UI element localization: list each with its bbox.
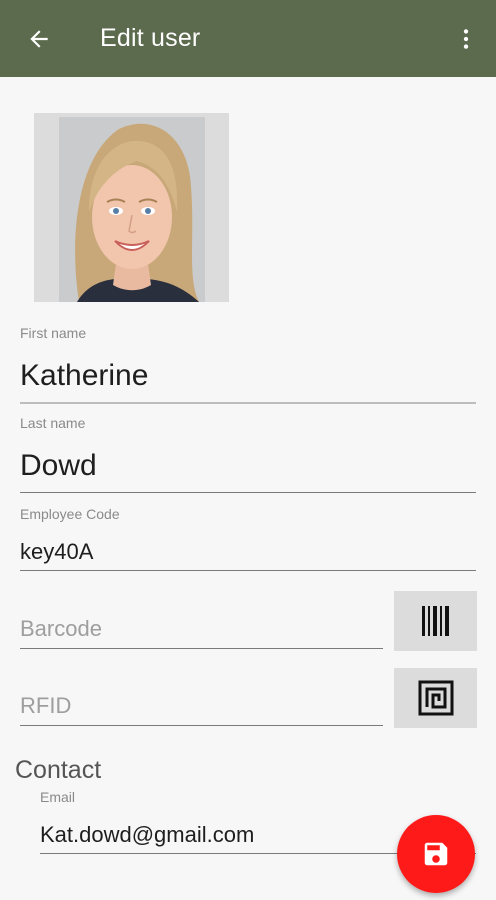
scan-barcode-button[interactable]: [394, 591, 477, 651]
contact-section-title: Contact: [15, 756, 102, 784]
rfid-input[interactable]: RFID: [20, 693, 71, 719]
barcode-icon: [421, 606, 449, 636]
last-name-field[interactable]: Last name Dowd: [20, 415, 476, 495]
rfid-underline: [20, 725, 383, 726]
barcode-underline: [20, 648, 383, 649]
last-name-underline: [20, 492, 476, 493]
first-name-field[interactable]: First name Katherine: [20, 325, 476, 405]
employee-code-label: Employee Code: [20, 506, 120, 522]
first-name-label: First name: [20, 325, 87, 341]
scan-rfid-button[interactable]: [394, 668, 477, 728]
employee-code-input[interactable]: key40A: [20, 539, 93, 565]
first-name-input[interactable]: Katherine: [20, 359, 148, 393]
profile-photo[interactable]: [34, 113, 229, 302]
overflow-menu-button[interactable]: [446, 18, 486, 60]
employee-code-underline: [20, 570, 476, 571]
email-input[interactable]: Kat.dowd@gmail.com: [40, 822, 254, 848]
app-bar: Edit user: [0, 0, 496, 77]
email-label: Email: [40, 789, 76, 805]
rfid-field[interactable]: RFID: [20, 689, 383, 727]
first-name-underline: [20, 402, 476, 404]
page-title: Edit user: [100, 24, 201, 52]
save-button[interactable]: [397, 815, 475, 893]
more-vertical-icon: [463, 29, 469, 49]
save-icon: [424, 842, 448, 866]
back-button[interactable]: [18, 18, 60, 60]
last-name-input[interactable]: Dowd: [20, 449, 97, 483]
user-portrait-image: [59, 117, 205, 302]
last-name-label: Last name: [20, 415, 86, 431]
barcode-field[interactable]: Barcode: [20, 612, 383, 650]
arrow-left-icon: [30, 30, 48, 48]
barcode-input[interactable]: Barcode: [20, 616, 102, 642]
rfid-icon: [418, 680, 453, 716]
employee-code-field[interactable]: Employee Code key40A: [20, 506, 476, 572]
